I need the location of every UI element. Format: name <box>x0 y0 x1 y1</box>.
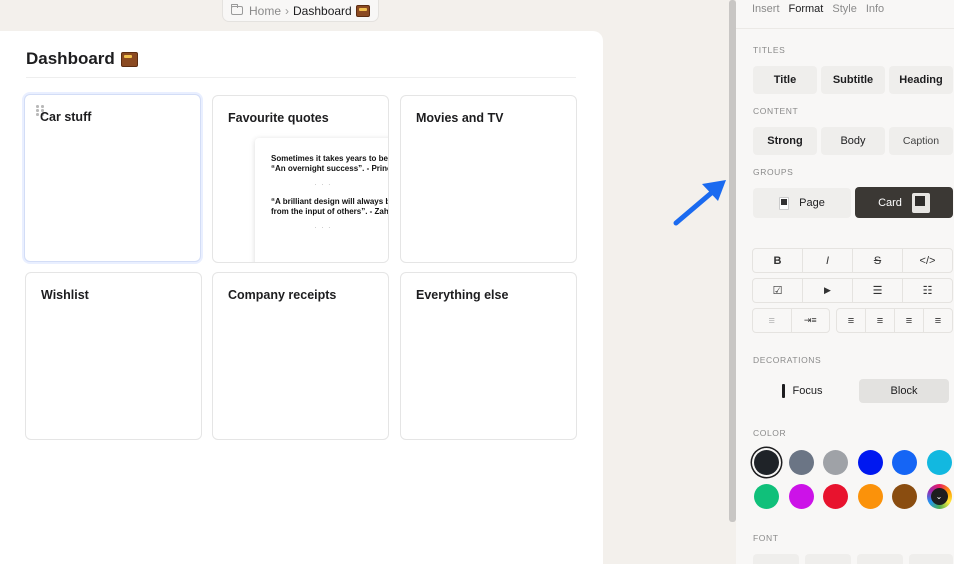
color-swatch[interactable] <box>754 450 779 475</box>
section-label-groups: GROUPS <box>753 167 794 177</box>
color-swatch[interactable] <box>823 450 848 475</box>
font-option[interactable] <box>805 554 851 564</box>
block-decoration-button[interactable]: Block <box>859 379 949 403</box>
outdent-icon[interactable]: ≡ <box>753 309 792 332</box>
strong-style-button[interactable]: Strong <box>753 127 817 155</box>
tab-style[interactable]: Style <box>832 3 856 15</box>
card-car-stuff[interactable]: Car stuff <box>24 94 201 262</box>
page-thumbnail-icon <box>779 196 790 210</box>
indent-group: ≡ ⇥≡ <box>752 308 830 333</box>
alignment-group: ≡ ≡ ≡ ≡ <box>836 308 953 333</box>
card-title: Favourite quotes <box>228 111 329 125</box>
numbered-list-icon[interactable]: ☷ <box>903 279 952 302</box>
color-swatch[interactable] <box>754 484 779 509</box>
format-inspector: Insert Format Style Info TITLES Title Su… <box>736 0 954 564</box>
indent-icon[interactable]: ⇥≡ <box>792 309 830 332</box>
caption-style-button[interactable]: Caption <box>889 127 953 155</box>
align-center-icon[interactable]: ≡ <box>866 309 895 332</box>
color-swatch[interactable] <box>892 484 917 509</box>
color-swatch[interactable] <box>857 484 883 509</box>
treasure-chest-icon <box>355 4 370 17</box>
card-group-button[interactable]: Card <box>855 187 953 218</box>
section-label-color: COLOR <box>753 428 787 438</box>
inline-format-group: B I S </> <box>752 248 953 273</box>
annotation-arrow-icon <box>673 180 726 226</box>
breadcrumb-current[interactable]: Dashboard <box>293 4 352 18</box>
section-label-content: CONTENT <box>753 106 799 116</box>
breadcrumb-separator: › <box>285 3 290 18</box>
card-wishlist[interactable]: Wishlist <box>25 272 202 440</box>
tab-insert[interactable]: Insert <box>752 3 780 15</box>
tabs-divider <box>736 28 954 29</box>
inspector-tabs: Insert Format Style Info <box>752 3 884 15</box>
title-style-button[interactable]: Title <box>753 66 817 94</box>
custom-color-button[interactable]: ⌄ <box>926 484 952 509</box>
justify-icon[interactable]: ≡ <box>924 309 952 332</box>
page-group-button[interactable]: Page <box>753 188 851 218</box>
page-group-label: Page <box>799 197 825 209</box>
section-label-font: FONT <box>753 533 779 543</box>
align-left-icon[interactable]: ≡ <box>837 309 866 332</box>
bullet-list-icon[interactable]: ☰ <box>853 279 903 302</box>
bold-button[interactable]: B <box>753 249 803 272</box>
focus-decoration-button[interactable]: Focus <box>753 376 851 406</box>
chevron-down-icon: ⌄ <box>930 488 948 505</box>
tab-format[interactable]: Format <box>789 3 824 15</box>
card-title: Wishlist <box>41 288 89 302</box>
section-label-decorations: DECORATIONS <box>753 355 822 365</box>
color-swatch[interactable] <box>926 450 952 475</box>
treasure-chest-icon <box>120 51 138 67</box>
strikethrough-button[interactable]: S <box>853 249 903 272</box>
focus-bar-icon <box>781 384 785 398</box>
checklist-icon[interactable]: ☑ <box>753 279 803 302</box>
title-divider <box>26 77 576 78</box>
scrollbar[interactable] <box>729 0 736 522</box>
toggle-list-icon[interactable]: ▶ <box>803 279 853 302</box>
quote-text: “A brilliant design will always be <box>271 197 389 206</box>
italic-button[interactable]: I <box>803 249 853 272</box>
list-format-group: ☑ ▶ ☰ ☷ <box>752 278 953 303</box>
code-button[interactable]: </> <box>903 249 952 272</box>
card-title: Movies and TV <box>416 111 504 125</box>
font-option[interactable] <box>909 554 953 564</box>
page-title[interactable]: Dashboard <box>26 49 138 69</box>
heading-style-button[interactable]: Heading <box>889 66 953 94</box>
page-title-text: Dashboard <box>26 49 115 68</box>
color-swatch[interactable] <box>892 450 917 475</box>
card-title: Everything else <box>416 288 509 302</box>
card-title: Company receipts <box>228 288 337 302</box>
card-everything-else[interactable]: Everything else <box>400 272 577 440</box>
font-option[interactable] <box>857 554 903 564</box>
font-option[interactable] <box>753 554 799 564</box>
quote-separator: · · · <box>314 180 332 189</box>
quote-text: Sometimes it takes years to bec <box>271 154 389 163</box>
color-swatch[interactable] <box>823 484 848 509</box>
card-thumbnail-icon <box>911 192 930 213</box>
card-group-label: Card <box>878 196 902 209</box>
quotes-preview: Sometimes it takes years to bec “An over… <box>255 138 389 262</box>
card-favourite-quotes[interactable]: Favourite quotes Sometimes it takes year… <box>212 95 389 263</box>
subtitle-style-button[interactable]: Subtitle <box>821 66 885 94</box>
folder-icon <box>231 4 243 15</box>
section-label-titles: TITLES <box>753 45 786 55</box>
tab-info[interactable]: Info <box>866 3 884 15</box>
quote-text: from the input of others”. - Zaha <box>271 207 389 216</box>
card-company-receipts[interactable]: Company receipts <box>212 272 389 440</box>
body-style-button[interactable]: Body <box>821 127 885 155</box>
color-swatch[interactable] <box>788 484 814 509</box>
document-page: Dashboard Car stuff Favourite quotes Som… <box>0 31 603 564</box>
breadcrumb: Home › Dashboard <box>222 0 379 22</box>
quote-separator: · · · <box>314 223 332 232</box>
align-right-icon[interactable]: ≡ <box>895 309 924 332</box>
color-swatch[interactable] <box>788 450 814 475</box>
breadcrumb-home[interactable]: Home <box>249 4 281 18</box>
focus-label: Focus <box>792 385 823 397</box>
color-swatch[interactable] <box>857 450 883 475</box>
card-title: Car stuff <box>40 110 92 124</box>
card-movies-and-tv[interactable]: Movies and TV <box>400 95 577 263</box>
quote-text: “An overnight success”. - Prince <box>271 164 389 173</box>
